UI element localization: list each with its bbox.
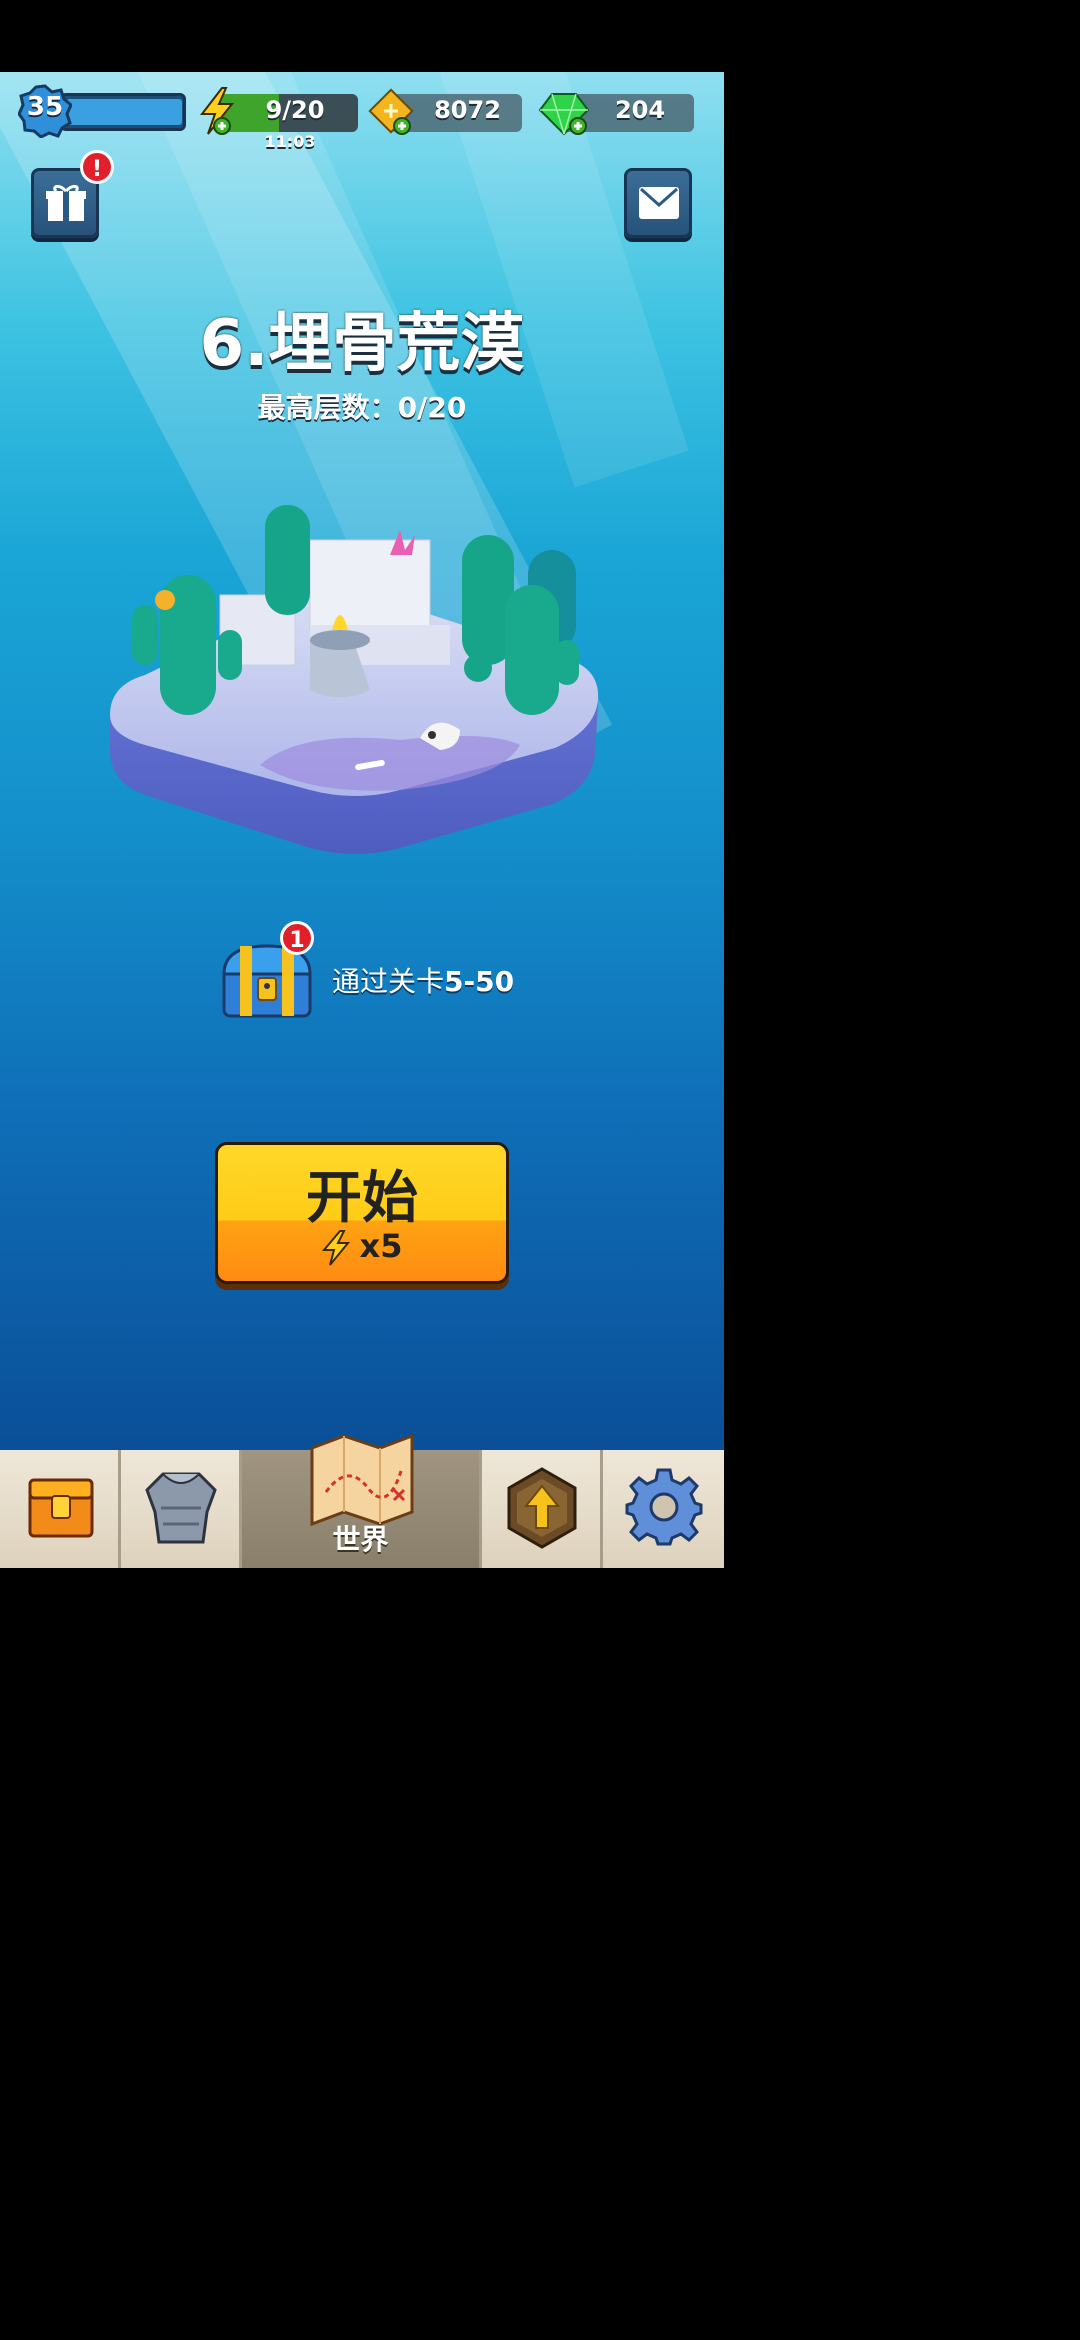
gem-amount: 204: [614, 96, 666, 124]
start-button-label: 开始: [306, 1166, 418, 1231]
gold-add-icon[interactable]: [368, 88, 418, 138]
energy-timer: 11:03: [264, 132, 316, 151]
xp-bar-fill: [66, 99, 183, 125]
mail-icon: [639, 187, 679, 219]
xp-bar: [60, 93, 186, 131]
chest-count-badge: 1: [280, 921, 314, 955]
reward-requirement-level: 5-50: [444, 965, 515, 998]
reward-requirement-prefix: 通过关卡: [332, 965, 445, 998]
desert-island-illustration: [110, 505, 599, 854]
system-status-bar: [0, 0, 724, 72]
energy-count: 9/20: [265, 96, 325, 124]
upgrade-arrow-icon: [507, 1467, 577, 1549]
tab-settings[interactable]: [603, 1450, 724, 1568]
tab-world-label: 世界: [332, 1523, 389, 1556]
gear-icon: [625, 1468, 703, 1546]
shop-chest-icon: [28, 1478, 94, 1538]
world-map-icon: [310, 1433, 414, 1527]
tab-upgrade[interactable]: [482, 1450, 603, 1568]
gift-alert-badge: !: [80, 150, 114, 184]
gift-icon: [46, 184, 86, 221]
start-button[interactable]: 开始 x5: [215, 1142, 509, 1284]
armor-icon: [145, 1472, 217, 1544]
best-floor-label: 最高层数：0/20: [257, 391, 467, 424]
start-button-cost: x5: [218, 1227, 506, 1266]
tab-world[interactable]: 世界: [242, 1433, 482, 1568]
gem-add-icon[interactable]: [538, 88, 592, 138]
tab-shop[interactable]: [0, 1450, 121, 1568]
tab-equipment[interactable]: [121, 1450, 242, 1568]
reward-requirement: 通过关卡5-50: [332, 960, 514, 1000]
start-button-cost-value: x5: [359, 1227, 403, 1265]
mail-button[interactable]: [624, 168, 692, 238]
stage-title: 6.埋骨荒漠: [199, 307, 525, 381]
player-level: 35: [26, 92, 64, 122]
energy-icon: [321, 1230, 350, 1266]
bottom-navigation: 世界: [0, 1433, 724, 1568]
energy-add-icon[interactable]: [196, 86, 240, 136]
gold-amount: 8072: [434, 96, 501, 124]
